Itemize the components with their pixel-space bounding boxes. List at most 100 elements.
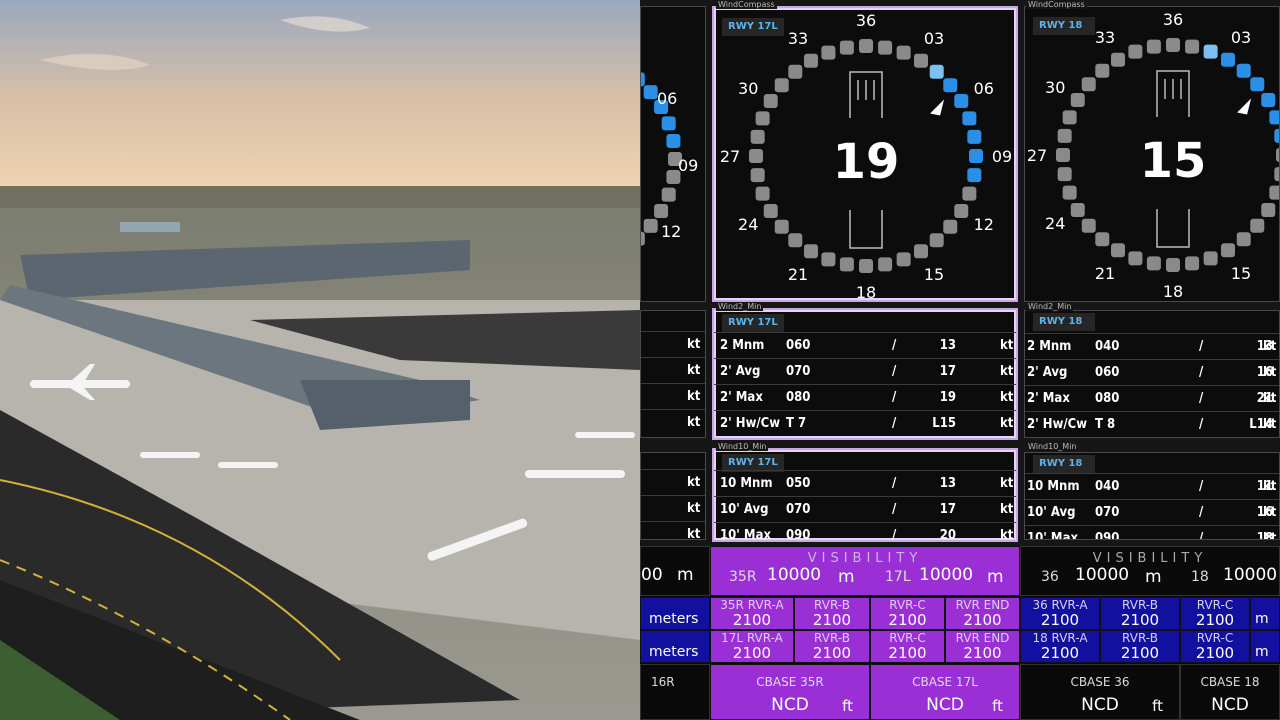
wind-dir-dot (1185, 256, 1200, 271)
wind-label: 2' Hw/Cw (720, 416, 781, 431)
wind-spd: 13 (939, 476, 956, 491)
wind-dir: 040 (1095, 339, 1120, 354)
wind-dir-dot (1185, 39, 1200, 54)
wind2-min-18[interactable]: RWY 18 2 Mnm 040/13 kt 2' Avg 060/16 kt 2' Max… (1024, 310, 1280, 438)
visibility-unit: m (987, 567, 1004, 587)
compass-label: 15 (1231, 264, 1251, 283)
compass-label: 18 (1163, 282, 1183, 301)
cbase-cell[interactable]: CBASE 17L NCD ft (870, 664, 1020, 720)
wind-table-row: 2 Mnm 040/13 kt (1025, 333, 1279, 359)
visibility-block-36-18[interactable]: VISIBILITY 36 10000 m 18 10000 (1020, 546, 1280, 596)
wind-dir-dot (661, 116, 676, 131)
wind-dir-dot (839, 40, 854, 55)
wind-dir: 060 (1095, 365, 1120, 380)
wind-unit: kt (1263, 531, 1277, 540)
wind-table-row: 2 Mnm 060 / 13 kt (714, 332, 1016, 358)
visibility-heading: VISIBILITY (807, 551, 923, 566)
wind-dir: 040 (1095, 479, 1120, 494)
compass-label: 21 (788, 265, 808, 284)
wind10-min-18[interactable]: RWY 18 10 Mnm 040/11 kt 10' Avg 070/16 kt 10' … (1024, 452, 1280, 540)
wind10-min-17l[interactable]: RWY 17L 10 Mnm 050/13 kt 10' Avg 070/17 kt 10'… (712, 448, 1018, 542)
wind-dir-dot (1081, 218, 1096, 233)
rvr-cell[interactable]: RVR-B 2100 (1100, 630, 1180, 663)
wind-compass-17l[interactable]: 36 03 06 09 12 15 18 21 24 27 30 33 19 RWY 17L (712, 6, 1018, 302)
rvr-cell[interactable]: 18 RVR-A 2100 (1020, 630, 1100, 663)
rvr-cell[interactable]: RVR-B 2100 (794, 597, 870, 630)
wind-label: 10' Max (1027, 531, 1078, 540)
wind-dir-dot (859, 39, 873, 53)
rvr-label: RVR-C (889, 598, 926, 612)
wind-dir-dot (666, 133, 681, 148)
wind-dir-dot (914, 53, 928, 68)
wind-label: 2 Mnm (1027, 339, 1072, 354)
wind-dir-dot (1221, 243, 1235, 258)
wind-dir-dot (641, 231, 645, 246)
wind-dir-dot (1056, 148, 1070, 162)
runway-tag-17l: RWY 17L (722, 314, 784, 332)
rvr-cell[interactable]: RVR-C 2100 (1180, 630, 1250, 663)
rvr-cell[interactable]: RVR-C 2100 (1180, 597, 1250, 630)
wind-dir-dot (1111, 243, 1125, 258)
cbase-cell[interactable]: CBASE 36 NCD ft (1020, 664, 1180, 720)
rvr-cell[interactable]: 36 RVR-A 2100 (1020, 597, 1100, 630)
wind-dir-dot (750, 129, 765, 144)
rvr-value: 2100 (732, 644, 772, 662)
compass-label: 24 (1045, 214, 1065, 233)
wind-sep: / (892, 476, 897, 491)
rvr-cell[interactable]: 17L RVR-A 2100 (710, 630, 794, 663)
wind-dir-dot (1250, 218, 1265, 233)
rvr-unit: meters (649, 611, 699, 627)
wind-dir-dot (1203, 251, 1218, 266)
rvr-cell[interactable]: RVR-C 2100 (870, 597, 945, 630)
visibility-value: 10000 (919, 565, 974, 585)
wind-label: 2' Avg (720, 364, 761, 379)
rvr-cell[interactable]: RVR END 2100 (945, 630, 1020, 663)
wind-compass-18[interactable]: 36030615182124273033 15 RWY 18 (1024, 6, 1280, 302)
rvr-label: RVR END (955, 631, 1010, 645)
rvr-cell[interactable]: RVR-B 2100 (1100, 597, 1180, 630)
wind-sep: / (1199, 505, 1204, 520)
wind2-min-17l[interactable]: RWY 17L 2 Mnm 060/13 kt 2' Avg 070/17 kt 2' Ma… (712, 308, 1018, 440)
visibility-rwy: 18 (1191, 569, 1209, 585)
rvr-value: 2100 (1040, 644, 1080, 662)
wind-dir-dot (943, 219, 958, 234)
wind-dir-dot (954, 94, 969, 108)
wind-label: 2 Mnm (720, 338, 765, 353)
cbase-cell[interactable]: CBASE 18 NCD (1180, 664, 1280, 720)
rvr-cell[interactable]: 35R RVR-A 2100 (710, 597, 794, 630)
wind-dir-dot (750, 168, 765, 183)
compass-label: 30 (738, 79, 758, 98)
rvr-cell[interactable]: RVR-C 2100 (870, 630, 945, 663)
wind-table-row: 10' Max 090 / 20 kt (714, 522, 1016, 542)
wind-sep: / (1199, 365, 1204, 380)
weather-display-panel: 06 09 12 36 03 06 09 12 15 18 21 24 27 30 33 19 RWY… (640, 0, 1280, 720)
wind-spd: 17 (939, 502, 956, 517)
rvr-unit-cell: m (1250, 597, 1280, 630)
visibility-block-35r-17l[interactable]: VISIBILITY 35R 10000 m 17L 10000 m (710, 546, 1020, 596)
wind-dir-dot (641, 72, 645, 87)
rvr-label: RVR-C (1196, 631, 1234, 645)
cbase-cell[interactable]: CBASE 35R NCD ft (710, 664, 870, 720)
wind-dir-dot (1128, 251, 1143, 266)
rvr-value: 2100 (1120, 644, 1160, 662)
airport-aerial-photo (0, 0, 640, 720)
wind-unit: kt (1263, 391, 1277, 406)
rvr-cell[interactable]: RVR-B 2100 (794, 630, 870, 663)
wind-sep: / (892, 364, 897, 379)
cbase-partial: 16R (640, 664, 710, 720)
compass-label: 09 (678, 156, 698, 175)
rvr-cell[interactable]: RVR END 2100 (945, 597, 1020, 630)
visibility-rwy: 36 (1041, 569, 1059, 585)
wind-label: 2' Avg (1027, 365, 1068, 380)
wind-dir-dot (967, 129, 982, 144)
wind-table-row: kt (641, 383, 705, 409)
rvr-unit: m (1255, 611, 1269, 627)
compass-label: 27 (720, 147, 740, 166)
rvr-label: RVR-B (814, 598, 850, 612)
wind-dir: 090 (786, 528, 811, 542)
compass-label: 36 (856, 11, 876, 30)
rvr-unit-cell: m (1250, 630, 1280, 663)
wind-label: 10' Avg (720, 502, 769, 517)
visibility-unit: m (1145, 567, 1162, 587)
compass-label: 33 (788, 29, 808, 48)
